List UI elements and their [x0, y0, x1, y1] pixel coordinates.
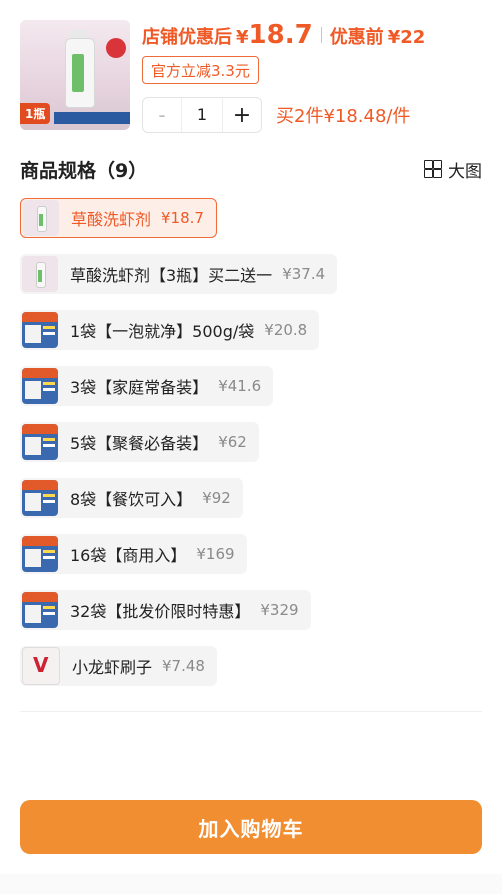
home-indicator-area — [0, 874, 502, 894]
store-price: 18.7 — [248, 20, 313, 50]
option-item[interactable]: 8袋【餐饮可入】 ¥92 — [20, 478, 243, 518]
option-item[interactable]: 草酸洗虾剂【3瓶】买二送一 ¥37.4 — [20, 254, 338, 294]
bag-icon — [22, 592, 58, 628]
option-price: ¥41.6 — [218, 377, 262, 395]
quantity-value[interactable]: 1 — [181, 98, 223, 132]
bag-icon — [22, 368, 58, 404]
option-item[interactable]: 16袋【商用入】 ¥169 — [20, 534, 247, 574]
option-name: 草酸洗虾剂 — [71, 210, 152, 229]
option-price: ¥92 — [202, 489, 231, 507]
bag-icon — [22, 536, 58, 572]
bottle-label-shape — [72, 54, 84, 92]
bottle-icon — [22, 256, 58, 292]
large-image-toggle[interactable]: 大图 — [424, 157, 482, 182]
brush-icon — [22, 647, 60, 685]
bundle-offer: 买2件¥18.48/件 — [276, 106, 411, 127]
decrease-button[interactable]: - — [143, 103, 181, 127]
increase-button[interactable]: + — [223, 103, 261, 128]
option-price: ¥20.8 — [264, 321, 308, 339]
original-price-label: 优惠前 — [329, 27, 384, 48]
red-seal-icon — [106, 38, 126, 58]
currency-symbol: ¥ — [236, 27, 249, 48]
option-item[interactable]: 3袋【家庭常备装】 ¥41.6 — [20, 366, 274, 406]
option-price: ¥37.4 — [282, 265, 326, 283]
bag-icon — [22, 480, 58, 516]
product-header: 1瓶 店铺优惠后 ¥ 18.7 优惠前 ¥22 官方立减3.3元 - 1 + 买… — [0, 0, 502, 150]
option-name: 1袋【一泡就净】500g/袋 — [70, 322, 255, 341]
add-to-cart-button[interactable]: 加入购物车 — [20, 800, 482, 854]
grid-icon — [424, 160, 442, 178]
option-item[interactable]: 小龙虾刷子 ¥7.48 — [20, 646, 217, 686]
option-name: 3袋【家庭常备装】 — [70, 378, 209, 397]
option-name: 16袋【商用入】 — [70, 546, 187, 565]
option-price: ¥329 — [260, 601, 299, 619]
option-item[interactable]: 1袋【一泡就净】500g/袋 ¥20.8 — [20, 310, 320, 350]
option-price: ¥7.48 — [162, 657, 205, 675]
price-line: 店铺优惠后 ¥ 18.7 优惠前 ¥22 — [142, 20, 425, 50]
bag-icon — [22, 312, 58, 348]
option-name: 32袋【批发价限时特惠】 — [70, 602, 251, 621]
spec-header: 商品规格（9） 大图 — [20, 155, 482, 183]
store-price-label: 店铺优惠后 — [142, 27, 232, 48]
option-name: 5袋【聚餐必备装】 — [70, 434, 209, 453]
price-divider — [320, 27, 322, 43]
option-price: ¥169 — [196, 545, 235, 563]
option-item[interactable]: 32袋【批发价限时特惠】 ¥329 — [20, 590, 311, 630]
option-name: 小龙虾刷子 — [72, 658, 153, 677]
divider — [20, 711, 482, 712]
option-price: ¥18.7 — [161, 209, 204, 227]
bottle-icon — [23, 200, 59, 236]
bag-icon — [22, 424, 58, 460]
spec-title: 商品规格（9） — [20, 159, 148, 182]
product-image[interactable]: 1瓶 — [20, 20, 130, 130]
discount-badge: 官方立减3.3元 — [142, 56, 259, 84]
option-item[interactable]: 草酸洗虾剂 ¥18.7 — [20, 198, 217, 238]
image-info-strip — [54, 112, 130, 124]
original-price: ¥22 — [387, 27, 426, 48]
image-quantity-badge: 1瓶 — [20, 103, 51, 124]
option-name: 草酸洗虾剂【3瓶】买二送一 — [70, 266, 273, 285]
option-price: ¥62 — [218, 433, 247, 451]
option-item[interactable]: 5袋【聚餐必备装】 ¥62 — [20, 422, 259, 462]
large-image-label: 大图 — [448, 161, 482, 182]
option-name: 8袋【餐饮可入】 — [70, 490, 193, 509]
quantity-stepper[interactable]: - 1 + — [142, 97, 262, 133]
